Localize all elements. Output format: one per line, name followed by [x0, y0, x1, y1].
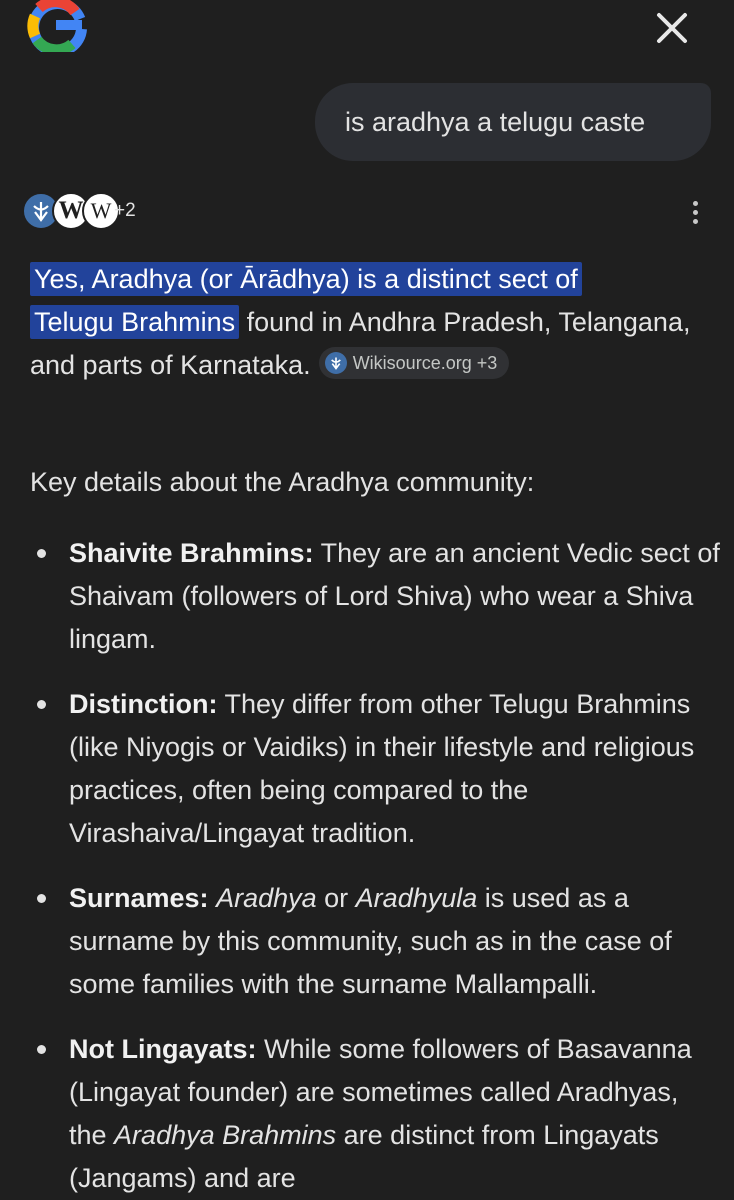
- bullet-dot: [37, 894, 46, 903]
- highlighted-answer-2: Telugu Brahmins: [30, 305, 240, 339]
- more-vert-icon: [692, 200, 698, 206]
- ai-answer-screen: is aradhya a telugu caste W W +2 Yes, Ar…: [0, 0, 734, 1200]
- google-g-icon: [27, 0, 87, 52]
- list-item: Not Lingayats: While some followers of B…: [30, 1028, 720, 1200]
- bullet-dot: [37, 700, 46, 709]
- answer-paragraph: Yes, Aradhya (or Ārādhya) is a distinct …: [30, 258, 710, 387]
- item-title: Distinction:: [69, 689, 218, 719]
- item-text: or: [316, 883, 356, 913]
- item-emphasis: Aradhya Brahmins: [114, 1120, 337, 1150]
- list-item: Shaivite Brahmins: They are an ancient V…: [30, 532, 720, 661]
- citation-chip[interactable]: Wikisource.org +3: [318, 347, 510, 379]
- list-item: Distinction: They differ from other Telu…: [30, 683, 720, 855]
- item-title: Surnames:: [69, 883, 209, 913]
- highlighted-answer: Yes, Aradhya (or Ārādhya) is a distinct …: [30, 262, 582, 296]
- more-sources-count[interactable]: +2: [114, 200, 136, 222]
- bullet-dot: [37, 549, 46, 558]
- item-title: Shaivite Brahmins:: [69, 538, 314, 568]
- user-query-text: is aradhya a telugu caste: [345, 107, 646, 137]
- more-options-button[interactable]: [680, 195, 710, 229]
- item-emphasis: Aradhya: [216, 883, 317, 913]
- bullet-dot: [37, 1045, 46, 1054]
- item-title: Not Lingayats:: [69, 1034, 257, 1064]
- source-icons[interactable]: W W: [22, 192, 120, 232]
- details-list: Shaivite Brahmins: They are an ancient V…: [30, 532, 720, 1200]
- item-emphasis: Aradhyula: [355, 883, 478, 913]
- close-icon: [657, 13, 687, 43]
- citation-chip-label: Wikisource.org +3: [352, 352, 498, 373]
- wikisource-icon: [324, 352, 347, 374]
- close-button[interactable]: [648, 4, 696, 52]
- details-lead: Key details about the Aradhya community:: [30, 467, 535, 497]
- user-query-bubble[interactable]: is aradhya a telugu caste: [315, 83, 711, 161]
- list-item: Surnames: Aradhya or Aradhyula is used a…: [30, 877, 720, 1006]
